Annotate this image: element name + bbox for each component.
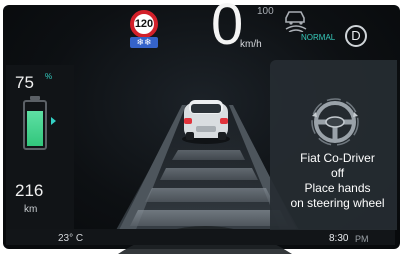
alert-line-1: Fiat Co-Driver [300,151,375,165]
snowflake-icon: ❄❄ [136,37,152,47]
speed-limit-sign: 120 [130,10,158,38]
road-band-4 [130,210,288,226]
road-band-2 [160,168,258,180]
range-value: 216 [15,181,44,200]
snow-warning-badge: ❄❄ [130,37,158,48]
dashboard-frame: 120 ❄❄ 0 km/h 100 NORMAL D 75 % 216 km 2… [0,0,404,254]
steering-wheel-icon [311,98,359,146]
road-band-1 [172,150,245,160]
alert-line-3: Place hands [304,181,371,195]
battery-percent: 75 [15,73,34,92]
speed-unit: km/h [240,39,262,50]
battery-percent-sign: % [45,72,53,81]
drive-mode-label: NORMAL [301,33,336,42]
battery-icon [23,100,47,150]
gear-indicator: D [345,25,367,47]
battery-level-fill [27,111,43,146]
alert-line-4: on steering wheel [290,196,385,210]
gear-label: D [351,28,361,43]
lead-car-icon [182,100,230,144]
acc-set-speed: 100 [257,6,274,17]
outside-temperature: 23° C [58,233,84,244]
alert-line-2: off [330,166,345,180]
road-band-3 [145,188,273,202]
adaptive-cruise-icon [285,11,307,32]
clock-am-pm: PM [355,234,369,244]
charge-pointer-icon [51,117,56,125]
speed-limit-value: 120 [134,18,154,30]
current-speed: 0 [211,0,244,57]
range-unit: km [24,204,38,215]
clock-time: 8:30 [329,233,349,244]
